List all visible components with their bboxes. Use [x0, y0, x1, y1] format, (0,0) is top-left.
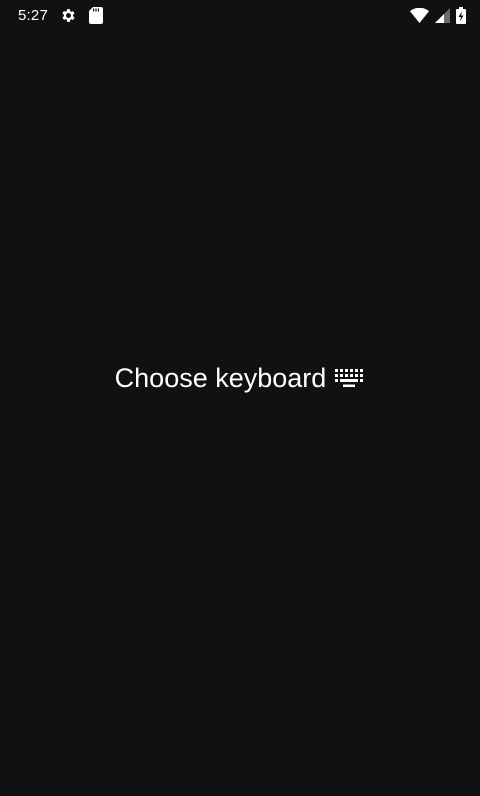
keyboard-icon: [334, 368, 365, 388]
status-bar-left: 5:27: [18, 6, 103, 24]
status-time: 5:27: [18, 6, 48, 24]
main-content: Choose keyboard: [0, 30, 480, 726]
status-bar: 5:27: [0, 0, 480, 30]
choose-keyboard-label: Choose keyboard: [114, 362, 327, 393]
cell-signal-icon: [435, 7, 450, 23]
sd-card-icon: [89, 6, 103, 24]
settings-gear-icon: [60, 7, 77, 24]
battery-charging-icon: [456, 6, 466, 24]
choose-keyboard-button[interactable]: Choose keyboard: [105, 357, 376, 400]
status-bar-right: [410, 6, 466, 24]
screen: 5:27 Choose keyboard: [0, 0, 480, 796]
wifi-icon: [410, 7, 429, 23]
